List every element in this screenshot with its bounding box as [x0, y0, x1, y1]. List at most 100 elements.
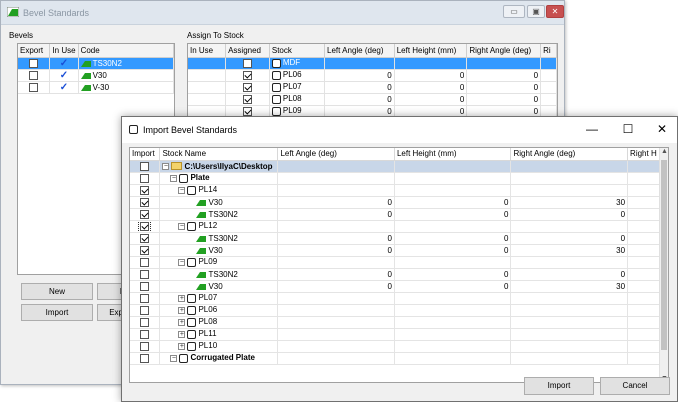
tree-row[interactable]: V30 0 0 30 [130, 244, 668, 257]
tree-col-header[interactable]: Stock Name [159, 148, 279, 161]
expand-icon[interactable]: + [178, 342, 186, 350]
export-checkbox[interactable] [29, 82, 39, 92]
export-checkbox[interactable] [29, 58, 39, 68]
tree-row[interactable]: + PL10 [130, 340, 668, 353]
assign-row[interactable]: MDF [188, 57, 557, 70]
assign-row[interactable]: PL06 0 0 0 [188, 69, 557, 82]
export-checkbox[interactable] [29, 70, 39, 80]
tree-row[interactable]: + PL08 [130, 316, 668, 329]
import-checkbox[interactable] [140, 233, 150, 243]
collapse-icon[interactable]: − [178, 222, 186, 230]
import-checkbox[interactable] [140, 305, 150, 315]
tree-row[interactable]: − C:\Users\IlyaC\Desktop [130, 160, 668, 173]
expand-icon[interactable]: + [178, 330, 186, 338]
bevel-row[interactable]: ✓ TS30N2 [18, 57, 174, 70]
tree-node-label: TS30N2 [208, 269, 238, 279]
tree-node-label: Corrugated Plate [190, 353, 255, 363]
assign-row[interactable]: PL08 0 0 0 [188, 93, 557, 106]
bevel-standards-titlebar[interactable]: Bevel Standards ▭ ▣ ✕ [1, 1, 564, 25]
import-checkbox[interactable] [140, 329, 150, 339]
maximize-icon[interactable]: ☐ [618, 122, 638, 136]
import-checkbox[interactable] [140, 173, 150, 183]
import-checkbox[interactable] [140, 197, 150, 207]
tree-col-header[interactable]: Right Angle (deg) [510, 148, 629, 161]
col-in-use[interactable]: In Use [49, 44, 79, 58]
tree-row[interactable]: TS30N2 0 0 0 [130, 268, 668, 281]
tree-row[interactable]: + PL06 [130, 304, 668, 317]
col-code[interactable]: Code [78, 44, 174, 58]
assign-col-header[interactable]: In Use [188, 44, 227, 58]
tree-col-header[interactable]: Left Height (mm) [394, 148, 512, 161]
tree-row[interactable]: + PL11 [130, 328, 668, 341]
expand-icon[interactable]: + [178, 318, 186, 326]
bevel-row[interactable]: ✓ V-30 [18, 81, 174, 94]
import-tree-grid[interactable]: Import Stock Name Left Angle (deg) Left Hei… [129, 147, 669, 383]
assign-col-header[interactable]: Right Angle (deg) [466, 44, 542, 58]
left-height-cell: 0 [394, 244, 512, 257]
col-export[interactable]: Export [18, 44, 51, 58]
assigned-checkbox[interactable] [242, 70, 252, 80]
import-checkbox[interactable] [140, 341, 150, 351]
cancel-button[interactable]: Cancel [600, 377, 670, 395]
tree-row[interactable]: − Plate [130, 172, 668, 185]
collapse-icon[interactable]: − [170, 354, 178, 362]
expand-icon[interactable]: + [178, 294, 186, 302]
tree-row[interactable]: V30 0 0 30 [130, 280, 668, 293]
assigned-checkbox[interactable] [242, 94, 252, 104]
tree-row[interactable]: TS30N2 0 0 0 [130, 208, 668, 221]
assign-stock-grid[interactable]: In Use Assigned Stock Left Angle (deg) Left … [187, 43, 558, 123]
import-checkbox[interactable] [140, 269, 150, 279]
assign-col-header[interactable]: Assigned [225, 44, 270, 58]
extra-cell [540, 81, 557, 94]
import-checkbox[interactable] [140, 245, 150, 255]
assign-col-header[interactable]: Left Height (mm) [394, 44, 468, 58]
close-button[interactable]: ✕ [546, 5, 564, 18]
tree-node-label: TS30N2 [208, 233, 238, 243]
scroll-thumb[interactable] [661, 160, 667, 350]
close-icon[interactable]: ✕ [652, 122, 672, 136]
restore-button[interactable]: ▣ [527, 5, 545, 18]
new-button[interactable]: New [21, 283, 93, 300]
import-dialog-titlebar[interactable]: Import Bevel Standards — ☐ ✕ [122, 117, 677, 143]
import-checkbox[interactable] [140, 281, 150, 291]
scroll-up-icon[interactable]: ▲ [660, 148, 668, 155]
import-checkbox[interactable] [140, 293, 150, 303]
minimize-icon[interactable]: — [582, 122, 602, 136]
import-checkbox[interactable] [140, 161, 150, 171]
collapse-icon[interactable]: − [170, 174, 178, 182]
import-checkbox[interactable] [140, 209, 150, 219]
minimize-button[interactable]: ▭ [503, 5, 525, 18]
bevel-row[interactable]: ✓ V30 [18, 69, 174, 82]
tree-row[interactable]: TS30N2 0 0 0 [130, 232, 668, 245]
assigned-checkbox[interactable] [242, 58, 252, 68]
collapse-icon[interactable]: − [178, 186, 186, 194]
assign-col-header[interactable]: Ri [540, 44, 557, 58]
import-checkbox[interactable] [140, 185, 150, 195]
assigned-checkbox[interactable] [242, 82, 252, 92]
vertical-scrollbar[interactable]: ▲ ▼ [659, 148, 668, 382]
expand-icon[interactable]: + [178, 306, 186, 314]
tree-node-label: PL10 [198, 341, 218, 351]
import-cell [130, 244, 161, 257]
assigned-checkbox[interactable] [242, 106, 252, 116]
tree-row[interactable]: − Corrugated Plate [130, 352, 668, 365]
tree-col-header[interactable]: Import [130, 148, 161, 161]
tree-row[interactable]: + PL07 [130, 292, 668, 305]
assign-col-header[interactable]: Left Angle (deg) [324, 44, 395, 58]
tree-node-label: C:\Users\IlyaC\Desktop [184, 161, 273, 171]
collapse-icon[interactable]: − [178, 258, 186, 266]
import-checkbox[interactable] [140, 317, 150, 327]
import-bevels-button[interactable]: Import [21, 304, 93, 321]
tree-row[interactable]: − PL09 [130, 256, 668, 269]
import-checkbox[interactable] [140, 353, 150, 363]
import-checkbox[interactable] [140, 257, 150, 267]
assign-col-header[interactable]: Stock [269, 44, 326, 58]
tree-row[interactable]: − PL14 [130, 184, 668, 197]
import-button[interactable]: Import [524, 377, 594, 395]
tree-col-header[interactable]: Left Angle (deg) [277, 148, 395, 161]
tree-row[interactable]: V30 0 0 30 [130, 196, 668, 209]
tree-row[interactable]: − PL12 [130, 220, 668, 233]
collapse-icon[interactable]: − [162, 162, 170, 170]
import-checkbox[interactable] [138, 220, 152, 231]
assign-row[interactable]: PL07 0 0 0 [188, 81, 557, 94]
